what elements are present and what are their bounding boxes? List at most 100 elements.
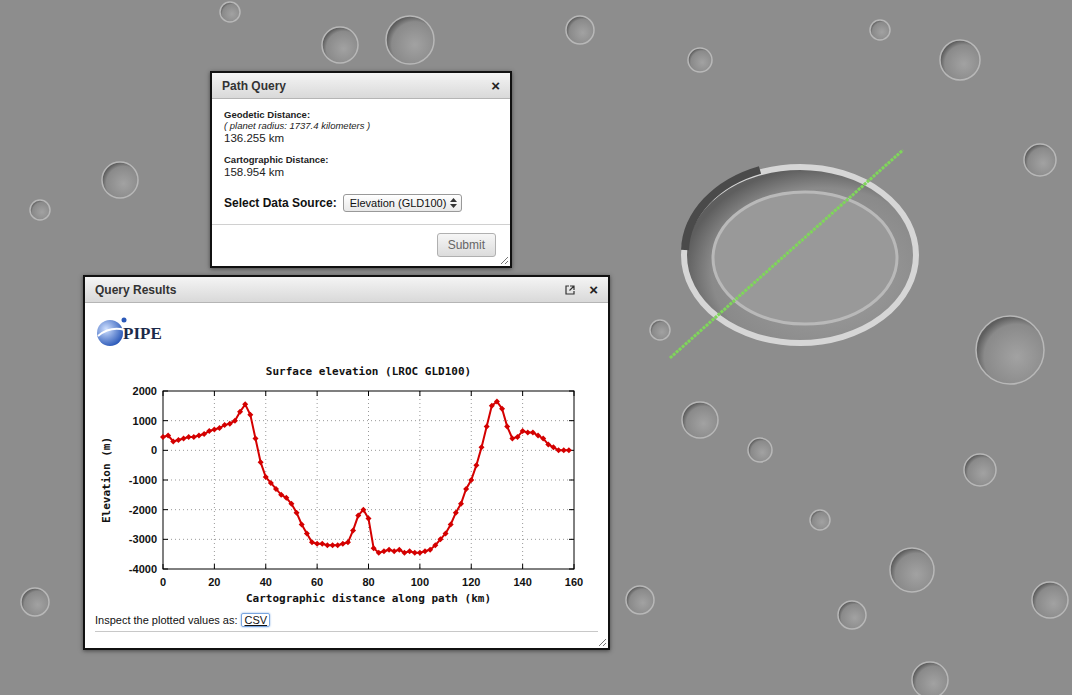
data-point xyxy=(211,427,217,433)
data-point xyxy=(206,428,212,434)
data-point xyxy=(175,437,181,443)
planet-radius: ( planet radius: 1737.4 kilometers ) xyxy=(224,120,498,131)
data-point xyxy=(504,424,510,430)
data-point xyxy=(299,522,305,528)
data-point xyxy=(288,501,294,507)
data-point xyxy=(278,492,284,498)
query-results-window[interactable]: Query Results×PIPESurface elevation (LRO… xyxy=(83,275,610,650)
path-query-window[interactable]: Path Query × Geodetic Distance:( planet ra… xyxy=(210,71,512,268)
data-point xyxy=(263,474,269,480)
data-point xyxy=(283,495,289,501)
data-point xyxy=(479,444,485,450)
data-point xyxy=(396,547,402,553)
data-point xyxy=(309,539,315,545)
data-point xyxy=(381,548,387,554)
data-point xyxy=(443,530,449,536)
x-tick: 0 xyxy=(160,576,166,588)
data-point xyxy=(509,435,515,441)
data-point xyxy=(386,547,392,553)
geodetic-value: 136.255 km xyxy=(224,132,498,144)
y-tick: -1000 xyxy=(129,474,157,486)
elevation-chart: Surface elevation (LROC GLD100)200010000… xyxy=(85,355,608,617)
data-point xyxy=(391,548,397,554)
x-axis-label: Cartographic distance along path (km) xyxy=(246,592,491,605)
source-label: Select Data Source: xyxy=(224,196,337,210)
external-link-icon[interactable] xyxy=(565,285,575,295)
data-point xyxy=(258,459,264,465)
data-point xyxy=(160,434,166,440)
y-tick: 0 xyxy=(151,444,157,456)
x-tick: 140 xyxy=(513,576,531,588)
data-point xyxy=(304,530,310,536)
geodetic-label: Geodetic Distance: xyxy=(224,109,498,120)
data-point xyxy=(294,510,300,516)
data-point xyxy=(550,444,556,450)
footer-label: Inspect the plotted values as: xyxy=(95,614,237,626)
data-point xyxy=(520,428,526,434)
data-point xyxy=(324,542,330,548)
x-tick: 120 xyxy=(462,576,480,588)
data-point xyxy=(371,545,377,551)
data-point xyxy=(366,516,372,522)
data-point xyxy=(412,550,418,556)
csv-link[interactable]: CSV xyxy=(241,613,270,627)
data-point xyxy=(468,477,474,483)
data-point xyxy=(566,447,572,453)
data-point xyxy=(181,435,187,441)
data-point xyxy=(330,542,336,548)
data-point xyxy=(535,433,541,439)
x-tick: 100 xyxy=(411,576,429,588)
data-point xyxy=(237,409,243,415)
x-tick: 20 xyxy=(208,576,220,588)
data-point xyxy=(530,430,536,436)
data-point xyxy=(227,421,233,427)
data-point xyxy=(376,550,382,556)
data-point xyxy=(335,542,341,548)
data-point xyxy=(545,441,551,447)
submit-button[interactable]: Submit xyxy=(437,233,496,257)
pipe-logo: PIPE xyxy=(85,303,608,351)
window-header[interactable]: Path Query × xyxy=(212,73,510,99)
y-tick: 1000 xyxy=(133,415,157,427)
y-tick: -4000 xyxy=(129,563,157,575)
data-point xyxy=(268,480,274,486)
data-point xyxy=(340,541,346,547)
data-point xyxy=(525,430,531,436)
data-point xyxy=(494,398,500,404)
close-button[interactable]: × xyxy=(589,282,598,297)
data-point xyxy=(499,406,505,412)
data-point xyxy=(345,539,351,545)
window-header[interactable]: Query Results× xyxy=(85,277,608,303)
data-point xyxy=(319,541,325,547)
y-axis-label: Elevation (m) xyxy=(100,437,113,523)
data-point xyxy=(191,434,197,440)
select-arrows-icon xyxy=(450,198,457,208)
data-point xyxy=(453,510,459,516)
cartographic-label: Cartographic Distance: xyxy=(224,154,498,165)
path-line[interactable] xyxy=(670,150,903,358)
data-point xyxy=(489,403,495,409)
window-title: Path Query xyxy=(222,79,286,93)
data-point xyxy=(355,513,361,519)
cartographic-value: 158.954 km xyxy=(224,166,498,178)
data-point xyxy=(360,507,366,513)
data-point xyxy=(514,434,520,440)
logo-text: PIPE xyxy=(123,324,162,344)
x-tick: 40 xyxy=(260,576,272,588)
x-tick: 160 xyxy=(565,576,583,588)
data-point xyxy=(401,550,407,556)
series-line xyxy=(163,401,569,552)
x-tick: 60 xyxy=(311,576,323,588)
data-source-select[interactable]: Elevation (GLD100) xyxy=(343,194,463,212)
data-point xyxy=(561,447,567,453)
y-tick: -3000 xyxy=(129,533,157,545)
resize-grip-icon[interactable] xyxy=(499,255,509,265)
data-point xyxy=(196,433,202,439)
data-point xyxy=(201,431,207,437)
data-point xyxy=(350,527,356,533)
close-button[interactable]: × xyxy=(491,78,500,93)
data-point xyxy=(273,486,279,492)
data-point xyxy=(427,547,433,553)
data-point xyxy=(217,425,223,431)
resize-grip-icon[interactable] xyxy=(597,637,607,647)
